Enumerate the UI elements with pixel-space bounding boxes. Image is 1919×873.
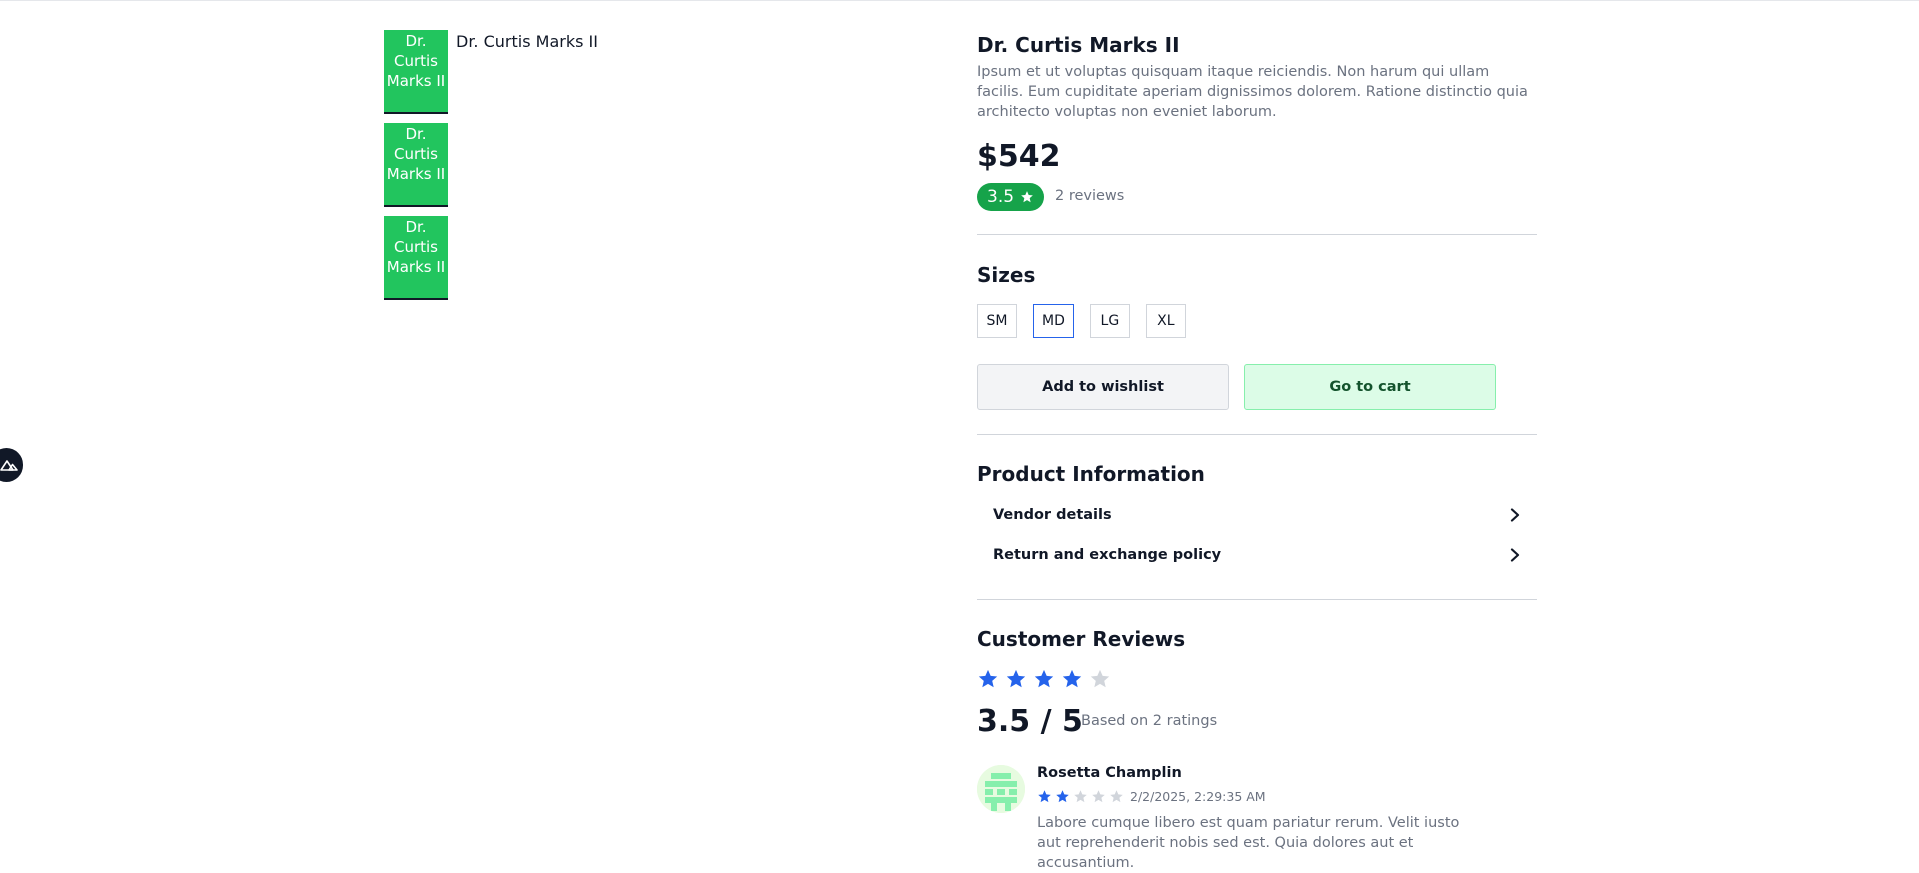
review-text: Labore cumque libero est quam pariatur r… <box>1037 815 1460 871</box>
star-filled-icon <box>1034 669 1054 688</box>
main-image-alt: Dr. Curtis Marks II <box>456 32 598 51</box>
size-option-md[interactable]: MD <box>1033 304 1074 338</box>
star-filled-icon <box>1062 669 1082 688</box>
avatar <box>977 765 1025 813</box>
divider <box>977 434 1537 435</box>
star-filled-icon <box>1038 790 1051 803</box>
add-to-wishlist-button[interactable]: Add to wishlist <box>977 364 1229 410</box>
thumbnail-2[interactable]: Dr. Curtis Marks II <box>384 123 448 207</box>
thumbnail-1[interactable]: Dr. Curtis Marks II <box>384 30 448 114</box>
chevron-right-icon <box>1510 508 1520 522</box>
star-filled-icon <box>1056 790 1069 803</box>
star-filled-icon <box>978 669 998 688</box>
divider <box>977 234 1537 235</box>
accordion-label: Vendor details <box>993 507 1112 523</box>
size-selector: SM MD LG XL <box>977 304 1202 338</box>
star-empty-icon <box>1110 790 1123 803</box>
accordion-vendor-details[interactable]: Vendor details <box>993 501 1521 529</box>
review-count[interactable]: 2 reviews <box>1055 188 1124 204</box>
nuxt-icon <box>0 460 18 471</box>
size-option-sm[interactable]: SM <box>977 304 1017 338</box>
thumbnail-3[interactable]: Dr. Curtis Marks II <box>384 216 448 300</box>
size-option-xl[interactable]: XL <box>1145 304 1186 338</box>
star-empty-icon <box>1092 790 1105 803</box>
thumbnail-list: Dr. Curtis Marks II Dr. Curtis Marks II … <box>384 30 448 309</box>
average-score: 3.5 / 5 <box>977 704 1083 739</box>
review-stars <box>1037 789 1124 804</box>
star-filled-icon <box>1006 669 1026 688</box>
devtools-toggle-button[interactable] <box>0 448 23 482</box>
star-empty-icon <box>1074 790 1087 803</box>
product-title: Dr. Curtis Marks II <box>977 33 1180 57</box>
rating-badge: 3.5 <box>977 183 1045 211</box>
product-price: $542 <box>977 139 1061 174</box>
ratings-count: Based on 2 ratings <box>1081 713 1218 729</box>
review-date: 2/2/2025, 2:29:35 AM <box>1130 789 1266 804</box>
divider <box>977 599 1537 600</box>
product-description: Ipsum et ut voluptas quisquam itaque rei… <box>977 64 1528 120</box>
customer-reviews-title: Customer Reviews <box>977 627 1186 651</box>
go-to-cart-button[interactable]: Go to cart <box>1244 364 1496 410</box>
identicon-avatar <box>977 765 1025 813</box>
reviewer-name: Rosetta Champlin <box>1037 765 1182 781</box>
accordion-return-policy[interactable]: Return and exchange policy <box>993 541 1521 569</box>
chevron-right-icon <box>1510 548 1520 562</box>
size-option-lg[interactable]: LG <box>1089 304 1130 338</box>
product-information-title: Product Information <box>977 462 1205 486</box>
accordion-label: Return and exchange policy <box>993 547 1222 563</box>
star-empty-icon <box>1090 669 1110 688</box>
sizes-title: Sizes <box>977 263 1036 287</box>
star-icon <box>1021 191 1033 203</box>
rating-value: 3.5 <box>987 187 1015 207</box>
average-rating-stars <box>977 668 1111 690</box>
